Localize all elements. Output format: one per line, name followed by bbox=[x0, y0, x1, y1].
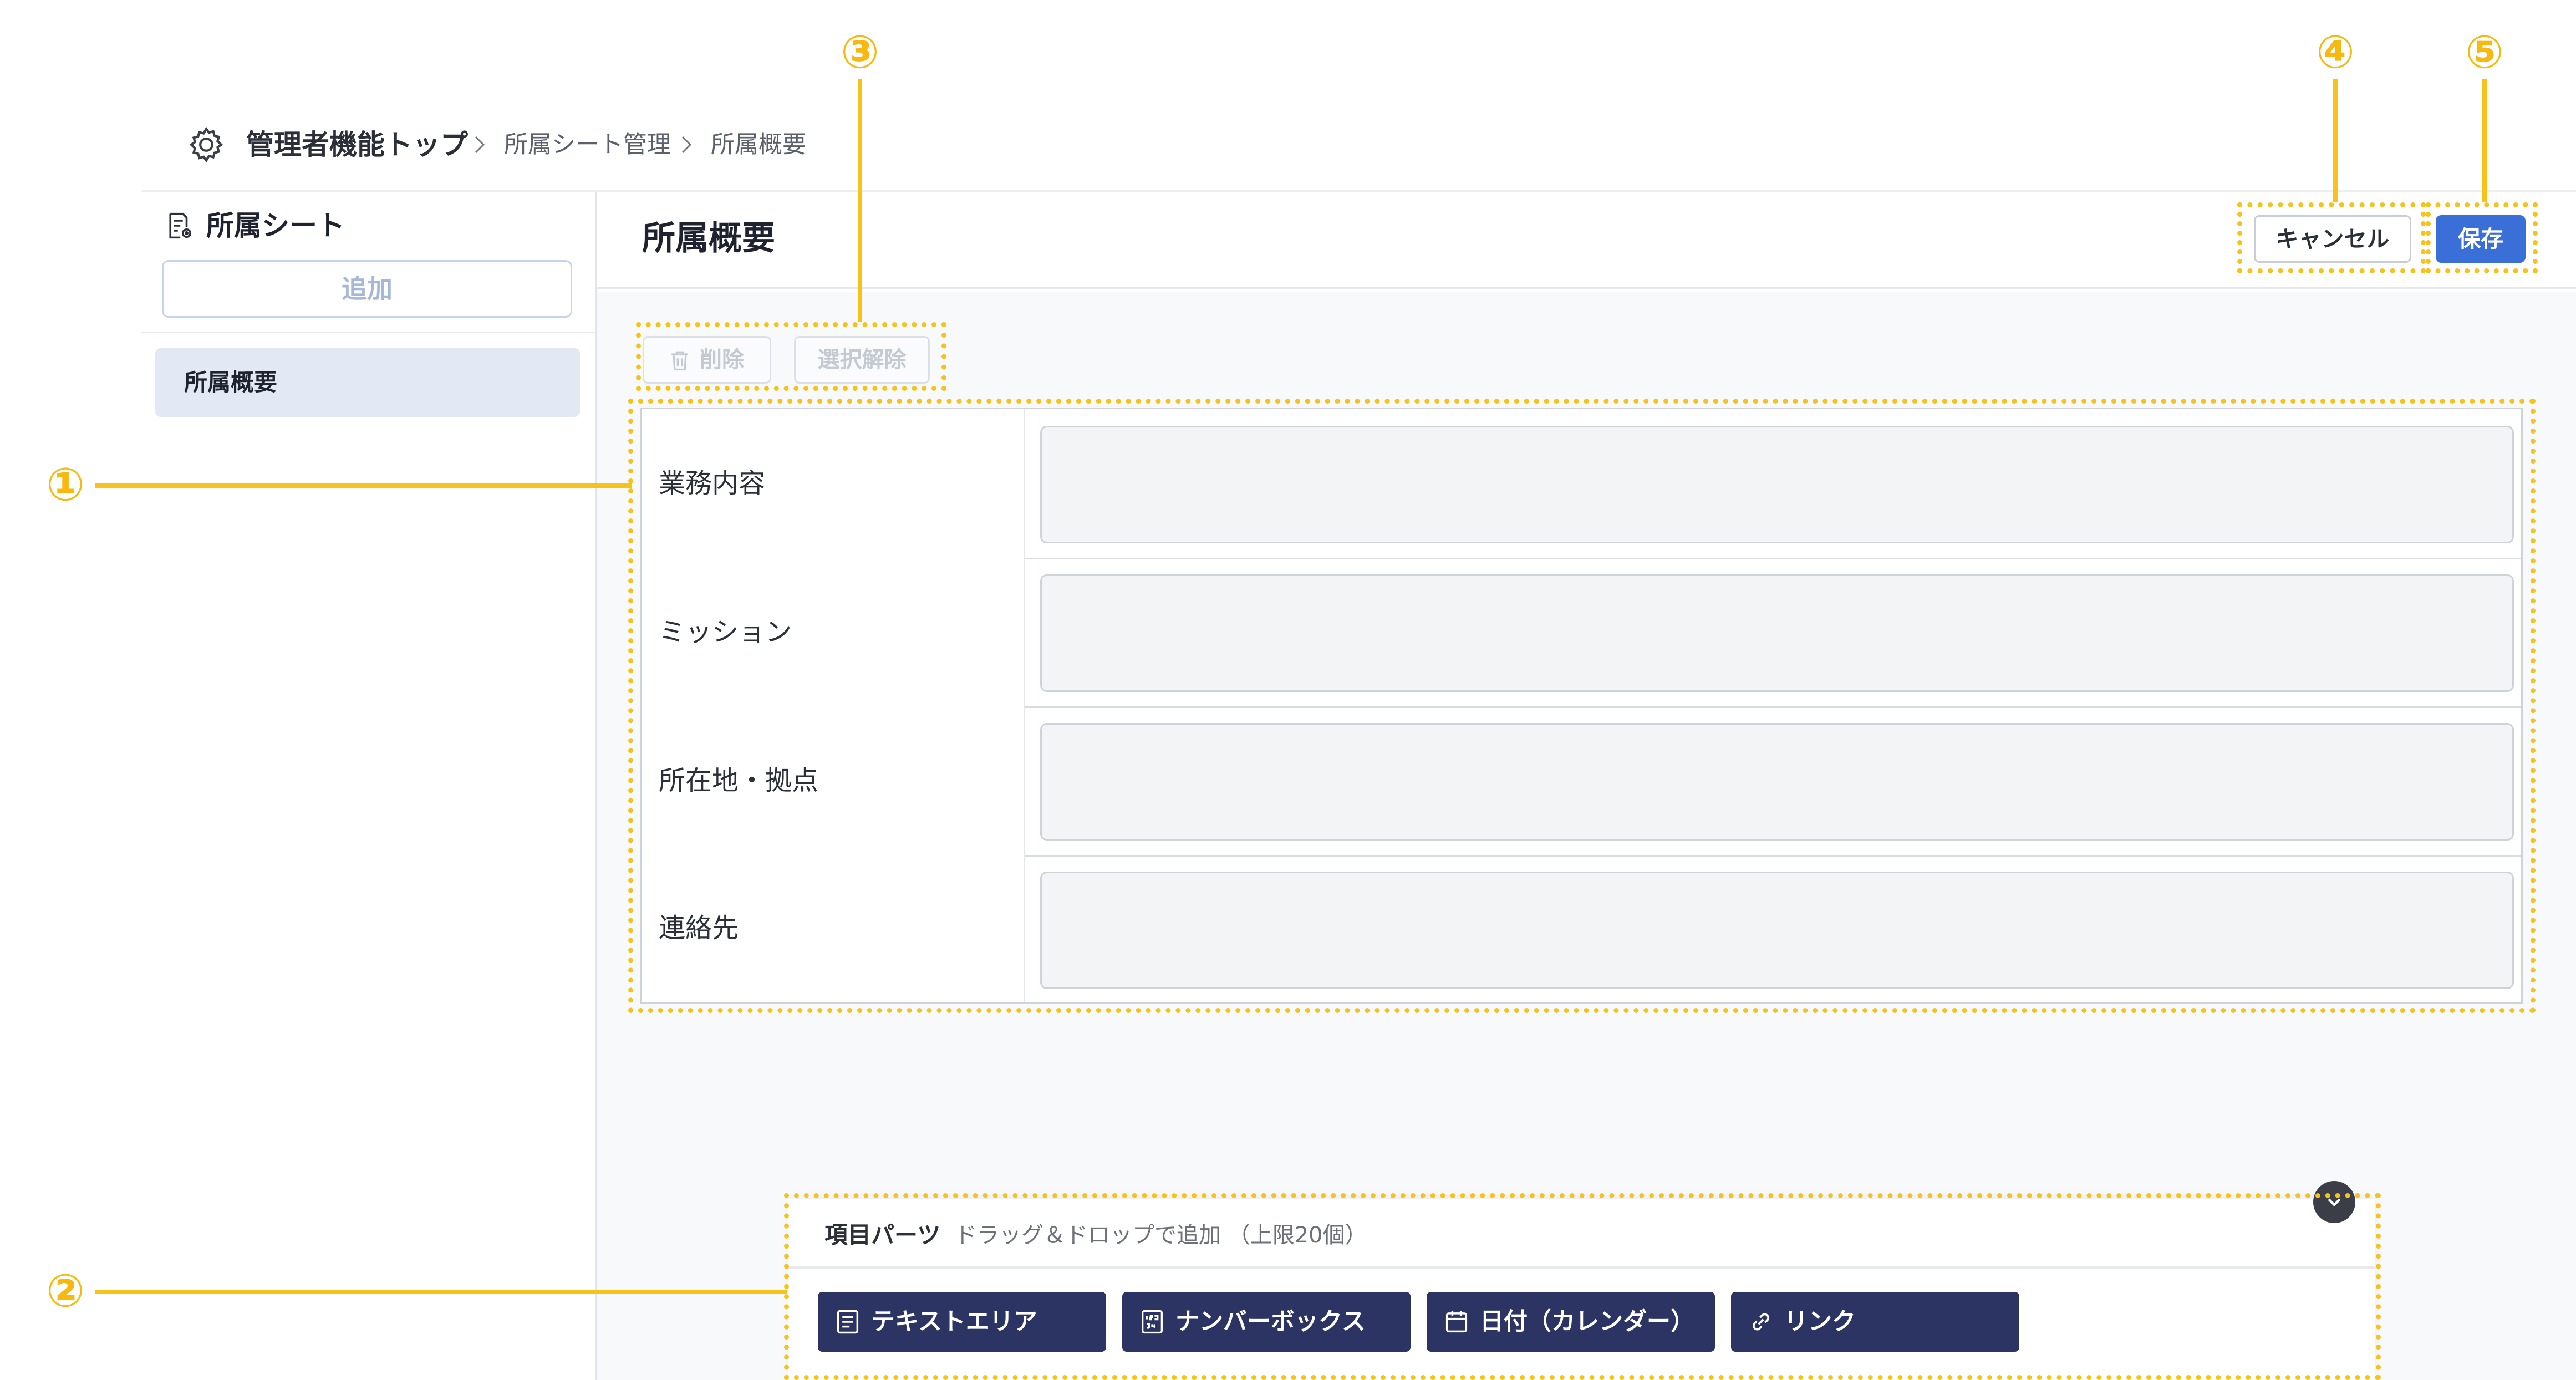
annotation-number-5: ⑤ bbox=[2465, 26, 2504, 79]
annotation-leader-lines bbox=[95, 79, 2487, 1294]
annotation-number-2: ② bbox=[46, 1265, 85, 1317]
annotation-number-4: ④ bbox=[2316, 26, 2355, 79]
annotation-number-1: ① bbox=[46, 459, 85, 511]
annotation-number-3: ③ bbox=[841, 26, 879, 79]
